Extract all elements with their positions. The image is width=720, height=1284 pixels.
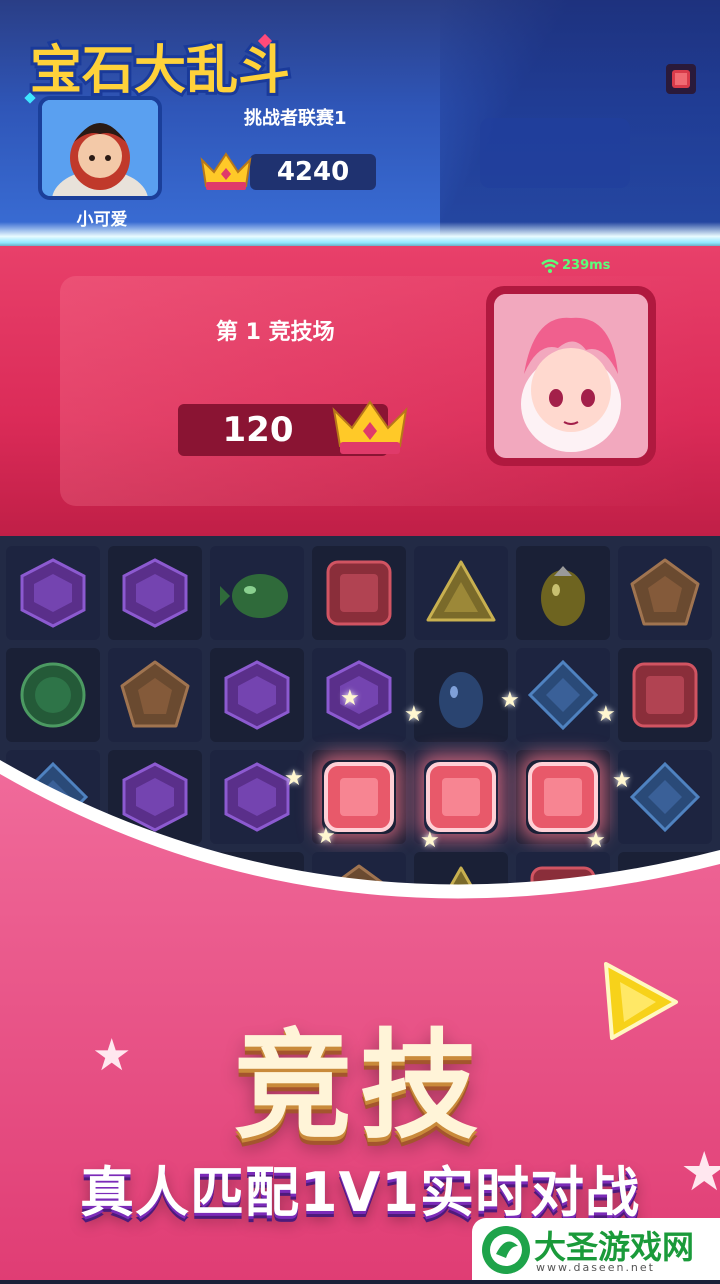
board-cell[interactable] xyxy=(516,546,610,640)
league-name: 挑战者联赛1 xyxy=(244,108,347,129)
board-cell[interactable] xyxy=(210,648,304,742)
crown-icon xyxy=(198,148,254,194)
opponent-avatar[interactable] xyxy=(486,286,656,466)
green-round-gem-icon xyxy=(16,658,90,732)
promo-title: 竞技 xyxy=(233,1017,486,1155)
side-panel xyxy=(480,118,630,188)
watermark-url: www.daseen.net xyxy=(536,1261,655,1274)
red-square-gem-icon xyxy=(322,556,396,630)
green-bomb-gem-icon xyxy=(218,556,294,630)
board-cell[interactable] xyxy=(618,546,712,640)
trophy-score: 4240 xyxy=(276,157,350,187)
sparkle-icon: ★ xyxy=(404,702,424,727)
brown-pentagon-gem-icon xyxy=(118,658,192,732)
sparkle-icon: ★ xyxy=(500,688,520,713)
board-cell[interactable] xyxy=(210,546,304,640)
red-square-gem-icon xyxy=(628,658,702,732)
arena-name: 第 1 竞技场 xyxy=(216,320,335,345)
board-cell[interactable] xyxy=(414,648,508,742)
yellow-bomb-gem-icon xyxy=(526,556,600,630)
red-gem-icon xyxy=(664,62,698,96)
board-cell[interactable] xyxy=(312,546,406,640)
board-cell[interactable] xyxy=(108,546,202,640)
player-avatar[interactable] xyxy=(38,96,162,200)
blue-bomb-gem-icon xyxy=(424,658,498,732)
watermark-logo-icon xyxy=(480,1224,532,1276)
logo-text: 宝石大乱斗 xyxy=(30,41,290,101)
board-cell[interactable] xyxy=(6,648,100,742)
arena-score: 120 xyxy=(222,410,294,450)
purple-hex-gem-icon xyxy=(220,658,294,732)
blue-diamond-gem-icon xyxy=(526,658,600,732)
purple-hex-gem-icon xyxy=(16,556,90,630)
sparkle-icon: ★ xyxy=(596,702,616,727)
crown-icon xyxy=(328,394,412,460)
wifi-icon xyxy=(540,258,560,274)
board-cell[interactable] xyxy=(618,648,712,742)
board-cell[interactable] xyxy=(6,546,100,640)
purple-hex-gem-icon xyxy=(118,556,192,630)
board-cell[interactable] xyxy=(516,648,610,742)
sparkle-icon: ★ xyxy=(340,686,360,711)
board-cell[interactable] xyxy=(414,546,508,640)
brown-pentagon-gem-icon xyxy=(628,556,702,630)
ping-text: 239ms xyxy=(562,258,611,273)
yellow-triangle-gem-icon xyxy=(424,556,498,630)
board-cell[interactable] xyxy=(108,648,202,742)
promo-subtitle: 真人匹配1V1实时对战 xyxy=(80,1161,640,1224)
